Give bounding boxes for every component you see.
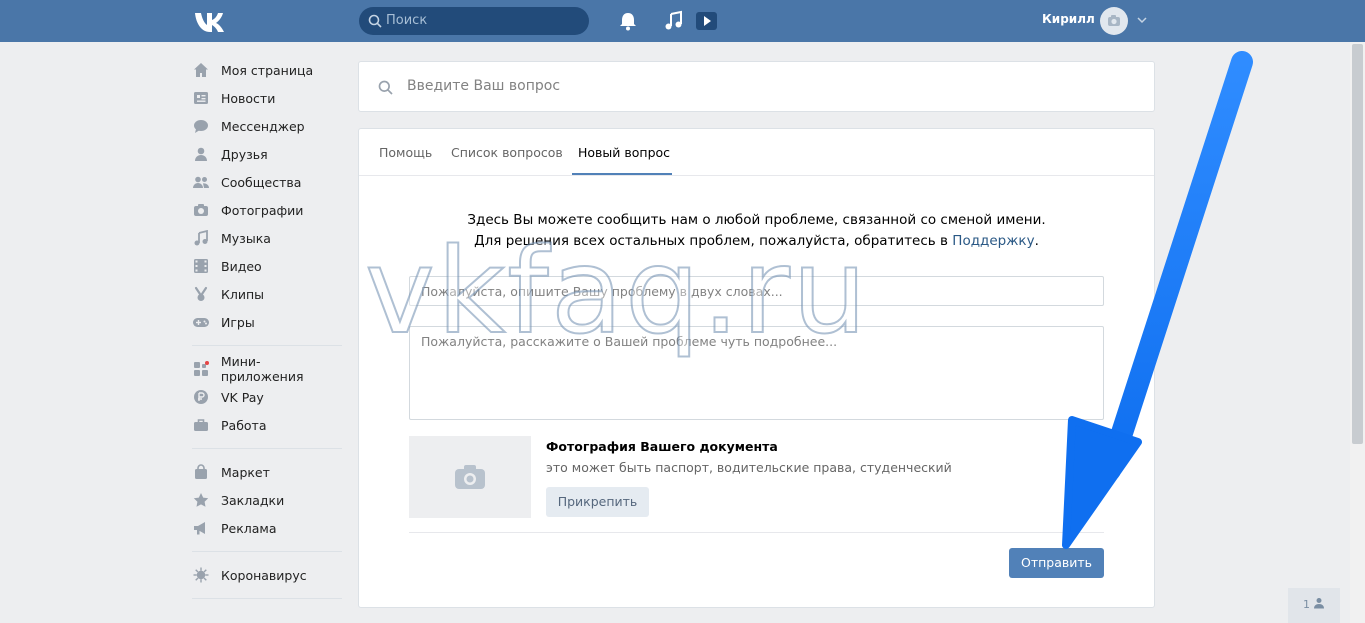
vk-logo-icon[interactable] <box>193 10 227 32</box>
document-photo-placeholder[interactable] <box>409 436 531 518</box>
gamepad-icon <box>193 318 209 327</box>
active-tab-indicator <box>572 173 672 175</box>
sidebar-item-work[interactable]: Работа <box>192 411 342 439</box>
sidebar-item-label: VK Pay <box>221 389 264 405</box>
sidebar-item-label: Фотографии <box>221 202 304 218</box>
vkpay-icon <box>194 390 208 404</box>
left-sidebar: Моя страница Новости Мессенджер Друзья С… <box>192 56 342 608</box>
sidebar-item-market[interactable]: Маркет <box>192 458 342 486</box>
user-icon <box>1314 598 1324 609</box>
problem-description-placeholder: Пожалуйста, расскажите о Вашей проблеме … <box>421 334 838 349</box>
scrollbar-thumb[interactable] <box>1352 44 1363 444</box>
tab-new-question[interactable]: Новый вопрос <box>578 145 670 160</box>
search-icon <box>378 80 393 95</box>
virus-icon <box>193 567 209 583</box>
bell-icon[interactable] <box>617 10 639 32</box>
divider <box>409 532 1104 533</box>
sidebar-item-bookmarks[interactable]: Закладки <box>192 486 342 514</box>
sidebar-item-messenger[interactable]: Мессенджер <box>192 112 342 140</box>
briefcase-icon <box>194 419 208 431</box>
tab-bar: Помощь Список вопросов Новый вопрос <box>359 129 1154 176</box>
sidebar-item-label: Музыка <box>221 230 271 246</box>
header-search-input[interactable]: Поиск <box>359 7 589 35</box>
sidebar-item-coronavirus[interactable]: Коронавирус <box>192 561 342 589</box>
problem-title-placeholder: Пожалуйста, опишите Вашу проблему в двух… <box>421 284 783 299</box>
camera-icon <box>194 204 208 216</box>
intro-line-2-suffix: . <box>1034 233 1039 249</box>
intro-line-2-text: Для решения всех остальных проблем, пожа… <box>474 233 948 249</box>
sidebar-item-label: Друзья <box>221 146 268 162</box>
attach-button[interactable]: Прикрепить <box>546 487 649 517</box>
submit-button[interactable]: Отправить <box>1009 548 1104 578</box>
tab-help[interactable]: Помощь <box>379 145 432 160</box>
star-icon <box>193 493 209 507</box>
sidebar-item-friends[interactable]: Друзья <box>192 140 342 168</box>
sidebar-item-label: Новости <box>221 90 276 106</box>
online-friends-widget[interactable]: 1 <box>1288 588 1340 623</box>
sidebar-item-label: Сообщества <box>221 174 302 190</box>
video-play-icon[interactable] <box>695 10 717 32</box>
document-title: Фотография Вашего документа <box>546 439 778 454</box>
music-icon[interactable] <box>663 10 685 32</box>
megaphone-icon <box>194 522 205 535</box>
camera-icon <box>1108 15 1120 26</box>
user-icon <box>195 147 207 161</box>
sidebar-item-label: Коронавирус <box>221 567 307 583</box>
new-question-card: Помощь Список вопросов Новый вопрос Здес… <box>358 128 1155 608</box>
search-icon <box>368 14 382 28</box>
camera-icon <box>455 465 485 489</box>
bag-icon <box>195 464 207 479</box>
problem-title-input[interactable]: Пожалуйста, опишите Вашу проблему в двух… <box>409 276 1104 306</box>
sidebar-divider <box>192 345 342 346</box>
sidebar-item-label: Реклама <box>221 520 277 536</box>
intro-line-1: Здесь Вы можете сообщить нам о любой про… <box>467 212 1046 228</box>
sidebar-item-communities[interactable]: Сообщества <box>192 168 342 196</box>
sidebar-item-label: Закладки <box>221 492 285 508</box>
sidebar-item-my-page[interactable]: Моя страница <box>192 56 342 84</box>
sidebar-item-games[interactable]: Игры <box>192 308 342 336</box>
sidebar-item-label: Игры <box>221 314 255 330</box>
online-count: 1 <box>1303 598 1310 611</box>
film-icon <box>194 259 208 273</box>
intro-text: Здесь Вы можете сообщить нам о любой про… <box>359 210 1154 252</box>
sidebar-item-label: Маркет <box>221 464 270 480</box>
avatar[interactable] <box>1100 7 1128 35</box>
sidebar-item-label: Работа <box>221 417 267 433</box>
users-icon <box>193 176 209 188</box>
top-header: Поиск Кирилл <box>0 0 1365 42</box>
sidebar-item-clips[interactable]: Клипы <box>192 280 342 308</box>
home-icon <box>194 63 208 77</box>
sidebar-item-video[interactable]: Видео <box>192 252 342 280</box>
question-search-input[interactable]: Введите Ваш вопрос <box>358 61 1155 112</box>
sidebar-divider <box>192 551 342 552</box>
sidebar-item-label: Клипы <box>221 286 265 302</box>
news-icon <box>194 92 208 104</box>
sidebar-item-label: Мессенджер <box>221 118 305 134</box>
sidebar-divider <box>192 598 342 599</box>
page-scrollbar[interactable] <box>1350 42 1365 623</box>
tab-questions-list[interactable]: Список вопросов <box>451 145 563 160</box>
user-name[interactable]: Кирилл <box>1042 12 1095 26</box>
sidebar-item-mini-apps[interactable]: Мини-приложения <box>192 354 342 384</box>
sidebar-item-label: Моя страница <box>221 62 314 78</box>
sidebar-item-label: Мини-приложения <box>220 354 304 384</box>
apps-icon <box>193 361 209 376</box>
question-search-placeholder: Введите Ваш вопрос <box>407 78 561 94</box>
sidebar-item-photos[interactable]: Фотографии <box>192 196 342 224</box>
sidebar-item-vk-pay[interactable]: VK Pay <box>192 383 342 411</box>
support-link[interactable]: Поддержку <box>952 233 1034 249</box>
clips-icon <box>194 286 208 301</box>
chevron-down-icon[interactable] <box>1137 15 1147 25</box>
chat-icon <box>194 120 208 133</box>
music-icon <box>194 230 208 246</box>
sidebar-item-music[interactable]: Музыка <box>192 224 342 252</box>
sidebar-item-ads[interactable]: Реклама <box>192 514 342 542</box>
sidebar-divider <box>192 448 342 449</box>
header-search-placeholder: Поиск <box>386 13 428 28</box>
sidebar-item-news[interactable]: Новости <box>192 84 342 112</box>
sidebar-item-label: Видео <box>221 258 262 274</box>
problem-description-textarea[interactable]: Пожалуйста, расскажите о Вашей проблеме … <box>409 326 1104 420</box>
intro-line-2: Для решения всех остальных проблем, пожа… <box>359 231 1154 252</box>
document-subtitle: это может быть паспорт, водительские пра… <box>546 460 952 475</box>
